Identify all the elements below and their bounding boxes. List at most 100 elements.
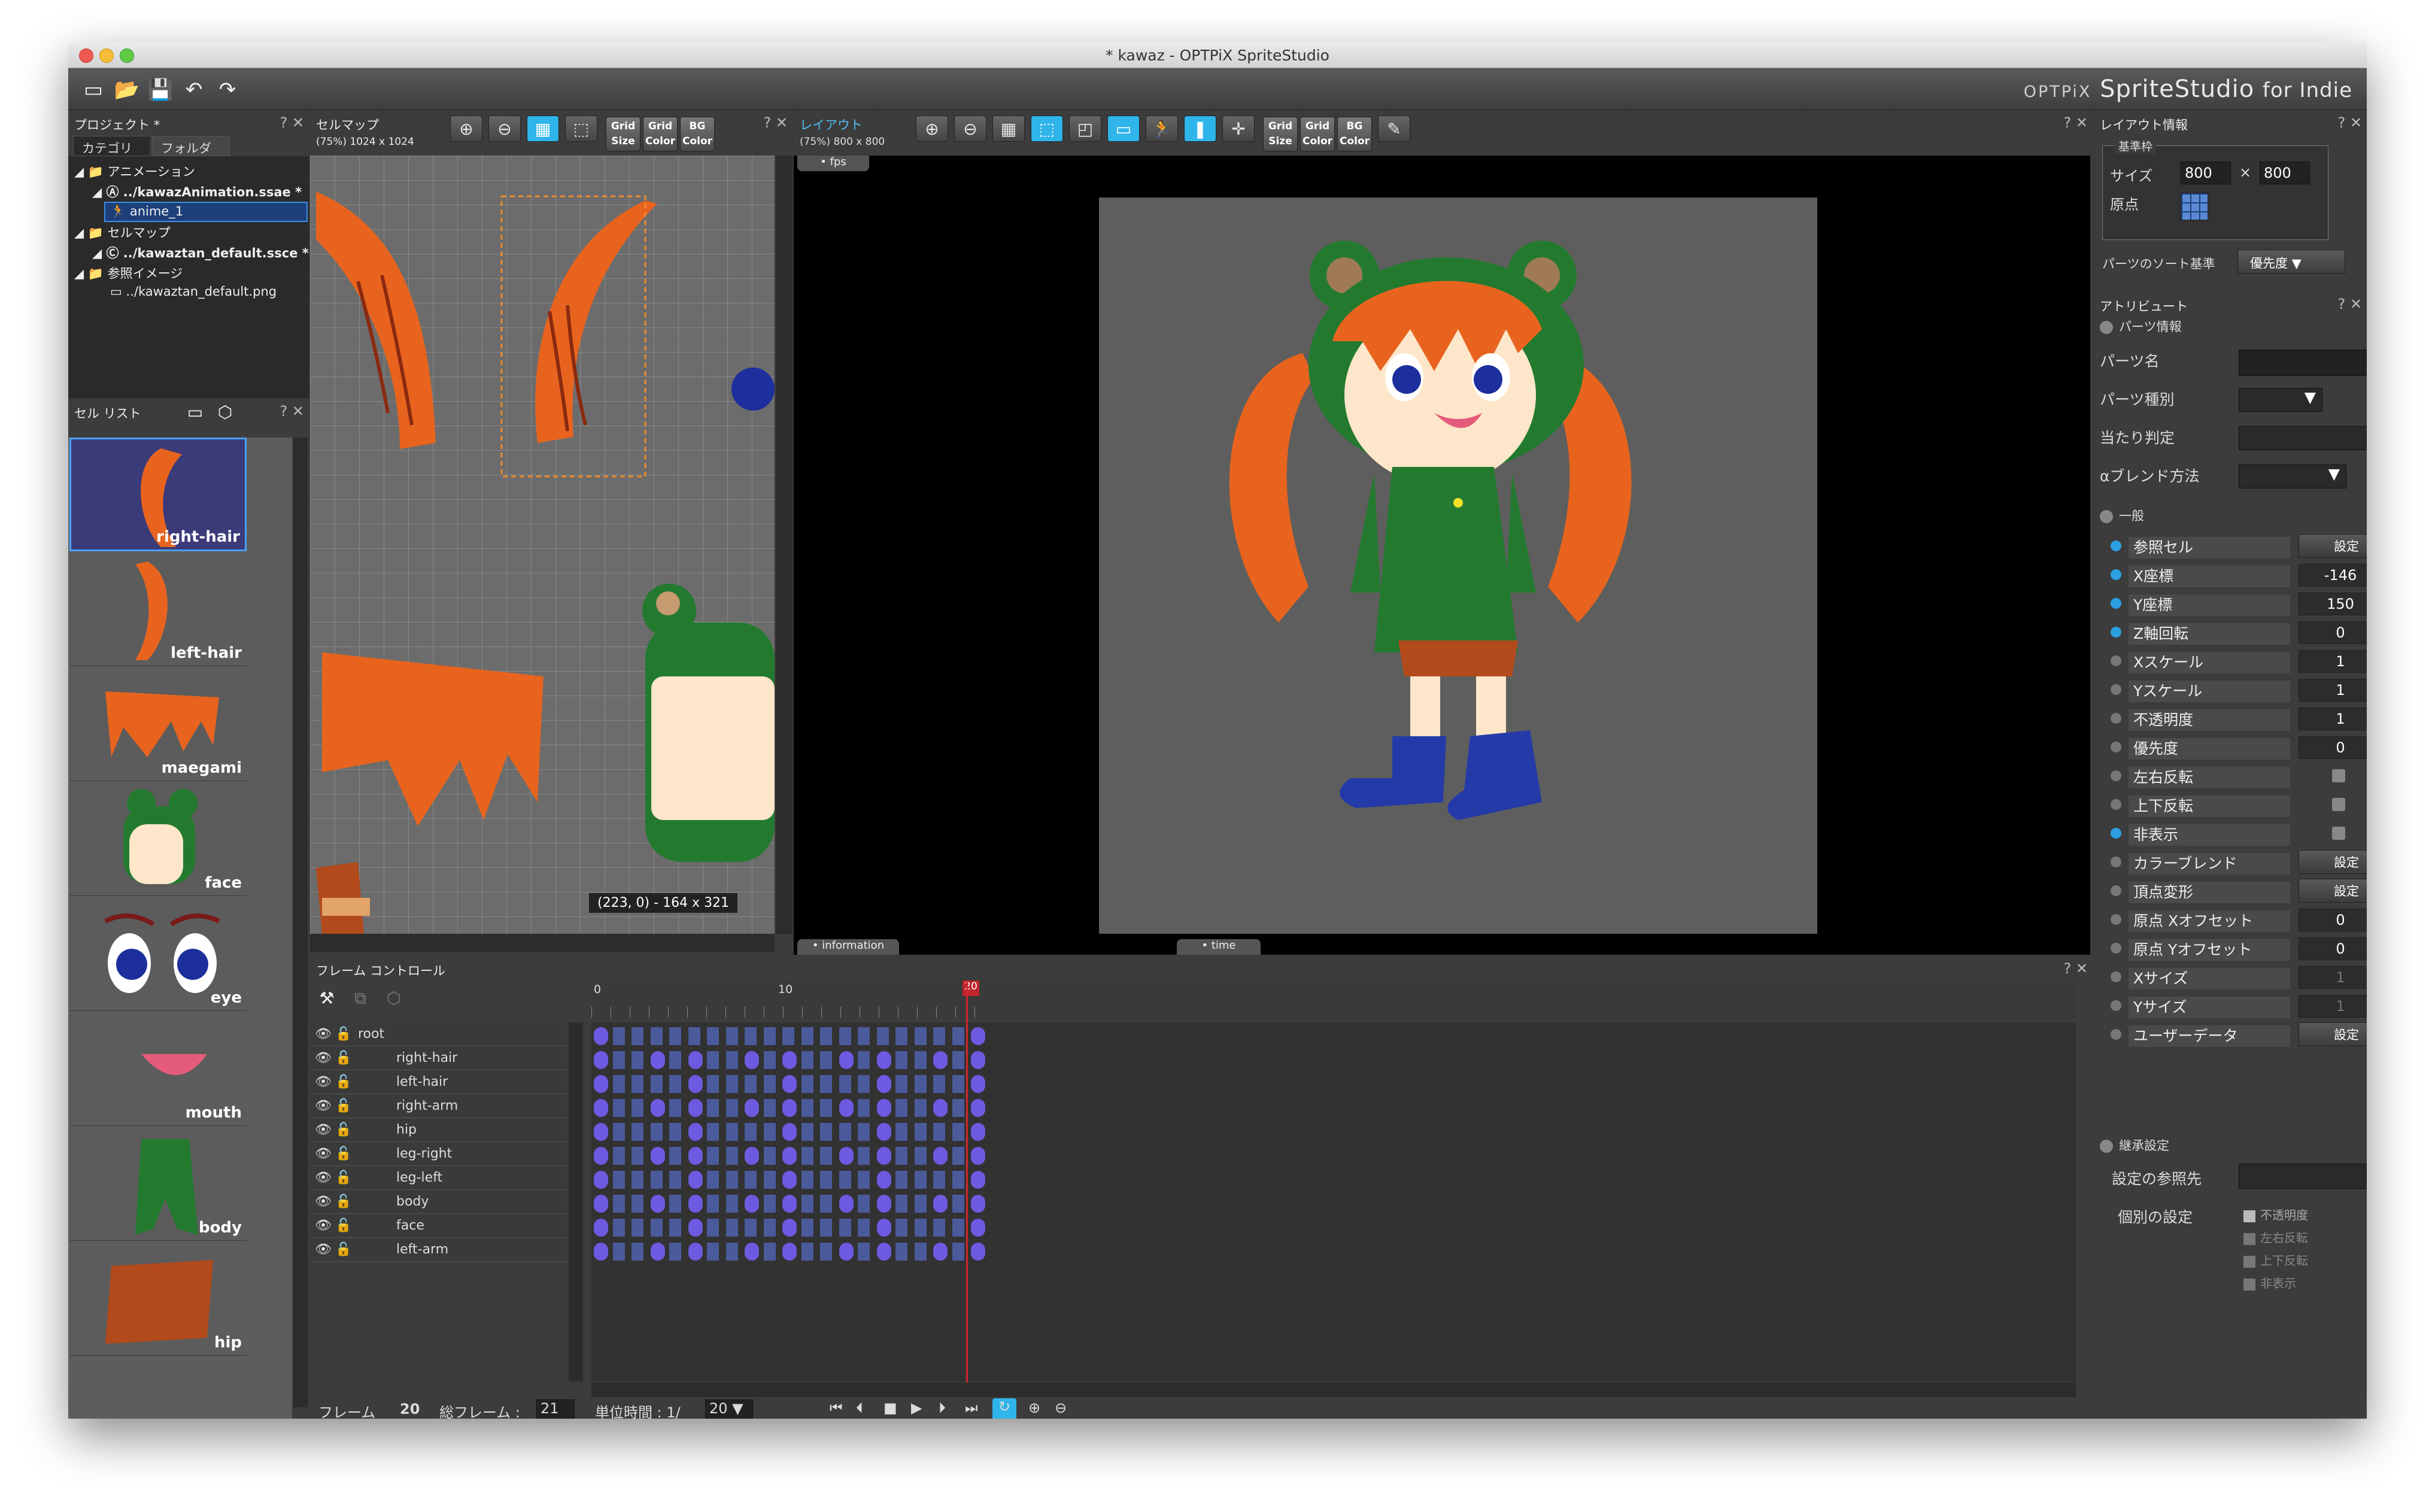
inherit-item-flip-h[interactable]: 左右反転 [2243, 1228, 2308, 1246]
attr-value-input[interactable]: 1 [2299, 679, 2367, 702]
frame-cell[interactable] [725, 1123, 738, 1141]
lock-icon[interactable]: 🔓 [335, 1098, 351, 1113]
keyframe-dot-icon[interactable] [2111, 857, 2121, 867]
keyframe[interactable] [971, 1123, 985, 1141]
cellmap-help-close[interactable]: ? ✕ [764, 114, 788, 131]
frame-cell[interactable] [839, 1075, 851, 1093]
alpha-blend-select[interactable]: ▼ [2239, 464, 2346, 488]
keyframe[interactable] [594, 1147, 608, 1165]
layout-help-close[interactable]: ? ✕ [2064, 114, 2088, 131]
general-header[interactable]: 一般 [2100, 506, 2144, 524]
keyframe[interactable] [839, 1195, 854, 1213]
frame-cell[interactable] [612, 1051, 625, 1069]
frame-cell[interactable] [631, 1195, 643, 1213]
visibility-icon[interactable]: 👁 [315, 1050, 332, 1065]
keyframe-dot-icon[interactable] [2111, 828, 2121, 839]
keyframe[interactable] [933, 1099, 948, 1117]
keyframe-dot-icon[interactable] [2111, 770, 2121, 781]
keyframe[interactable] [971, 1051, 985, 1069]
frame-cell[interactable] [914, 1195, 927, 1213]
frame-cell[interactable] [631, 1243, 643, 1261]
attr-checkbox[interactable] [2332, 769, 2345, 782]
keyframe[interactable] [839, 1147, 854, 1165]
inherit-item-hide[interactable]: 非表示 [2243, 1274, 2296, 1291]
cell-right-hair[interactable]: right-hair [69, 438, 247, 551]
frame-cell[interactable] [914, 1219, 927, 1237]
frame-cell[interactable] [858, 1027, 870, 1045]
keyframe[interactable] [971, 1243, 985, 1261]
frame-cell[interactable] [801, 1219, 813, 1237]
frame-cell[interactable] [895, 1123, 907, 1141]
cell-body[interactable]: body [69, 1127, 247, 1241]
frame-cell[interactable] [952, 1243, 964, 1261]
cell-eye[interactable]: eye [69, 897, 247, 1011]
cellmap-hscroll[interactable] [310, 934, 775, 952]
keyframe[interactable] [594, 1027, 608, 1045]
grid-color-button[interactable]: Grid Color [643, 117, 678, 151]
keyframe[interactable] [650, 1147, 665, 1165]
layout-zoom-in-icon[interactable]: ⊕ [916, 116, 948, 142]
frame-cell[interactable] [763, 1147, 776, 1165]
open-folder-icon[interactable]: 📂 [114, 78, 140, 102]
frame-cell[interactable] [801, 1171, 813, 1189]
frame-cell[interactable] [707, 1147, 719, 1165]
frame-cell[interactable] [612, 1147, 625, 1165]
keyframe[interactable] [876, 1147, 891, 1165]
keyframe[interactable] [933, 1195, 948, 1213]
attr-checkbox[interactable] [2332, 798, 2345, 811]
frame-cell[interactable] [858, 1147, 870, 1165]
frame-cell[interactable] [952, 1219, 964, 1237]
save-icon[interactable]: 💾 [147, 78, 174, 102]
frame-cell[interactable] [858, 1243, 870, 1261]
keyframe[interactable] [688, 1147, 703, 1165]
keyframe[interactable] [745, 1195, 759, 1213]
delete-part-icon[interactable]: ⬡ [381, 986, 407, 1010]
tab-folder[interactable]: フォルダ [152, 136, 230, 156]
keyframe[interactable] [745, 1147, 759, 1165]
frame-cell[interactable] [669, 1195, 681, 1213]
frame-cell[interactable] [876, 1027, 889, 1045]
visibility-icon[interactable]: 👁 [315, 1122, 332, 1137]
keyframe[interactable] [971, 1147, 985, 1165]
keyframe[interactable] [876, 1243, 891, 1261]
visibility-icon[interactable]: 👁 [315, 1027, 332, 1042]
frame-cell[interactable] [839, 1123, 851, 1141]
frame-cell[interactable] [801, 1075, 813, 1093]
layout-viewport[interactable]: • fps • information • time [794, 156, 2090, 955]
frame-cell[interactable] [895, 1195, 907, 1213]
frame-cell[interactable] [631, 1051, 643, 1069]
layout-grid-color-button[interactable]: Grid Color [1300, 117, 1335, 151]
frame-cell[interactable] [914, 1123, 927, 1141]
frame-cell[interactable] [895, 1243, 907, 1261]
keyframe[interactable] [745, 1099, 759, 1117]
tree-animation[interactable]: ◢ 📁 アニメーション [74, 162, 195, 180]
lock-icon[interactable]: 🔓 [335, 1050, 351, 1065]
frame-cell[interactable] [650, 1219, 663, 1237]
lock-icon[interactable]: 🔓 [335, 1170, 351, 1185]
redo-icon[interactable]: ↷ [214, 78, 241, 102]
keyframe[interactable] [971, 1195, 985, 1213]
hit-judgment-select[interactable]: ▼ [2239, 426, 2367, 450]
frame-cell[interactable] [612, 1075, 625, 1093]
keyframe[interactable] [782, 1195, 797, 1213]
timeline-zoom-out-icon[interactable]: ⊖ [1055, 1399, 1067, 1416]
keyframe-dot-icon[interactable] [2111, 885, 2121, 896]
layout-zoom-out-icon[interactable]: ⊖ [954, 116, 986, 142]
attr-value-input[interactable]: 1 [2299, 995, 2367, 1018]
attr-value-input[interactable]: 0 [2299, 736, 2367, 759]
cellmap-vscroll[interactable] [776, 156, 793, 934]
layout-crosshair-icon[interactable]: ✛ [1222, 116, 1255, 142]
frame-cell[interactable] [763, 1219, 776, 1237]
frame-cell[interactable] [763, 1027, 776, 1045]
frame-cell[interactable] [858, 1123, 870, 1141]
keyframe[interactable] [688, 1051, 703, 1069]
keyframe[interactable] [594, 1051, 608, 1069]
keyframe[interactable] [839, 1051, 854, 1069]
frame-cell[interactable] [858, 1195, 870, 1213]
keyframe[interactable] [650, 1099, 665, 1117]
frame-cell[interactable] [707, 1099, 719, 1117]
frame-cell[interactable] [952, 1075, 964, 1093]
frame-cell[interactable] [782, 1027, 794, 1045]
frame-cell[interactable] [745, 1075, 757, 1093]
frame-cell[interactable] [650, 1123, 663, 1141]
